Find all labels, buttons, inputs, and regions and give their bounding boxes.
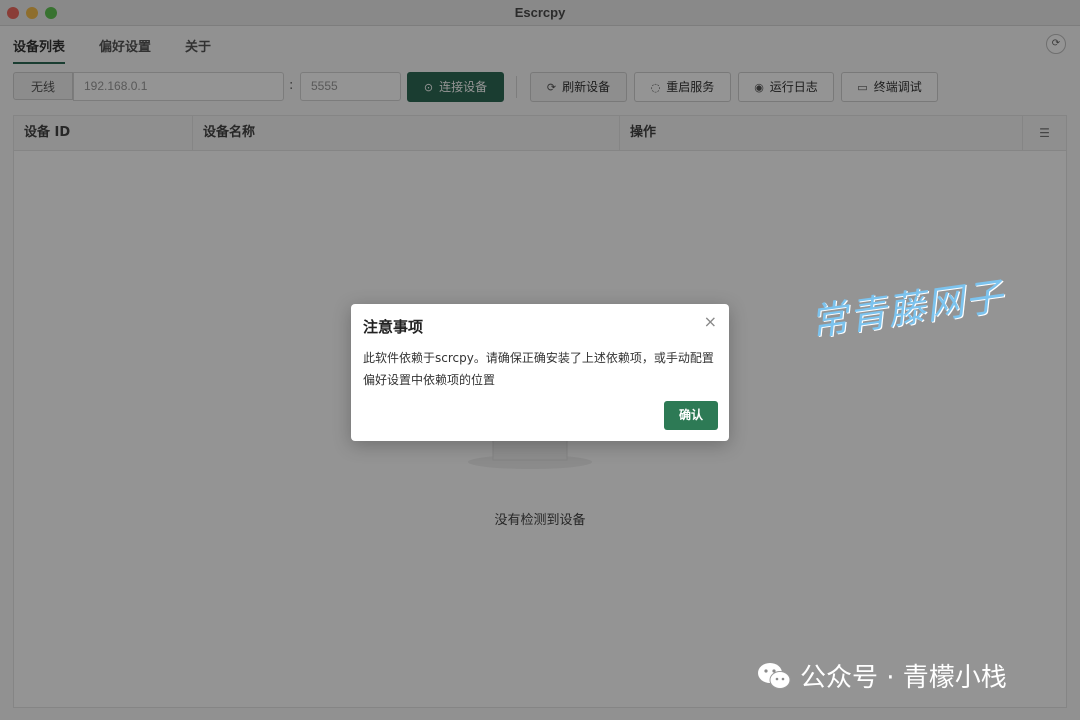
dialog-message: 此软件依赖于scrcpy。请确保正确安装了上述依赖项，或手动配置偏好设置中依赖项… [363, 351, 714, 387]
footer-watermark: 公众号 · 青檬小栈 [756, 657, 1007, 694]
close-icon[interactable]: × [704, 312, 717, 331]
footer-watermark-text: 公众号 · 青檬小栈 [800, 663, 1007, 693]
dialog-title: 注意事项 [363, 318, 424, 336]
confirm-button[interactable]: 确认 [664, 401, 718, 430]
notice-dialog: 注意事项 × 此软件依赖于scrcpy。请确保正确安装了上述依赖项，或手动配置偏… [351, 304, 729, 441]
wechat-icon [758, 662, 791, 689]
